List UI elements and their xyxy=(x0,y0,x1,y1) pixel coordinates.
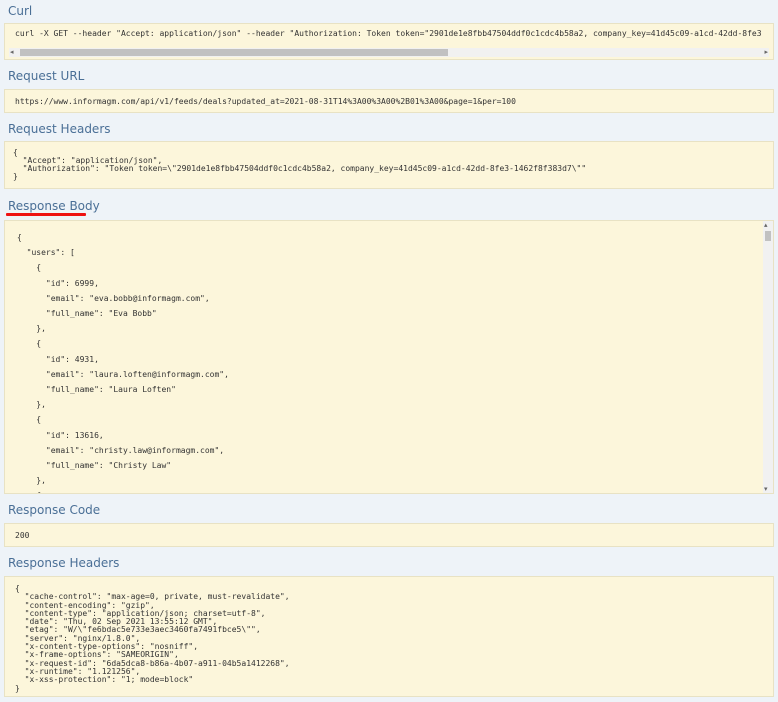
request-headers-line: "Authorization": "Token token=\"2901de1e… xyxy=(13,164,587,173)
response-body-line: }, xyxy=(17,476,46,486)
response-body-line: "email": "eva.bobb@informagm.com", xyxy=(17,293,210,303)
curl-scroll-thumb[interactable] xyxy=(20,49,448,56)
response-body-line: "id": 13616, xyxy=(17,430,104,440)
response-body-box[interactable]: { "users": [ { "id": 6999, "email": "eva… xyxy=(4,220,774,494)
response-body-line: "full_name": "Eva Bobb" xyxy=(17,309,157,319)
scroll-up-icon[interactable]: ▴ xyxy=(764,221,768,229)
response-body-line: { xyxy=(17,488,773,493)
curl-title: Curl xyxy=(8,4,33,18)
response-body-line: "full_name": "Laura Loften" xyxy=(17,385,176,395)
response-body-title: Response Body xyxy=(8,199,100,213)
response-code-box: 200 xyxy=(4,523,774,547)
response-body-line: }, xyxy=(17,324,46,334)
response-headers-line: } xyxy=(15,683,20,693)
response-body-line: "email": "laura.loften@informagm.com", xyxy=(17,369,229,379)
response-body-line: "id": 6999, xyxy=(17,278,99,288)
curl-command: curl -X GET --header "Accept: applicatio… xyxy=(15,29,762,38)
curl-box[interactable]: curl -X GET --header "Accept: applicatio… xyxy=(4,23,774,60)
response-body-line: "id": 4931, xyxy=(17,354,99,364)
response-body-line: { xyxy=(17,233,22,242)
response-code-value: 200 xyxy=(15,531,30,540)
response-headers-title: Response Headers xyxy=(8,556,120,570)
response-headers-line: "x-xss-protection": "1; mode=block" xyxy=(15,675,194,685)
response-body-line: "full_name": "Christy Law" xyxy=(17,461,172,471)
request-headers-box: { "Accept": "application/json", "Authori… xyxy=(4,141,774,189)
curl-scrollbar[interactable]: ◂ ▸ xyxy=(9,48,769,57)
scroll-down-icon[interactable]: ▾ xyxy=(764,485,768,493)
response-body-line: { xyxy=(17,339,42,349)
response-body-line: "users": [ xyxy=(17,248,75,258)
request-url-box: https://www.informagm.com/api/v1/feeds/d… xyxy=(4,89,774,113)
scroll-left-icon[interactable]: ◂ xyxy=(10,48,14,57)
request-url-title: Request URL xyxy=(8,69,85,83)
request-headers-line: } xyxy=(13,172,18,181)
request-url-value[interactable]: https://www.informagm.com/api/v1/feeds/d… xyxy=(5,97,516,106)
response-body-line: "email": "christy.law@informagm.com", xyxy=(17,445,225,455)
response-body-highlight xyxy=(6,213,86,216)
scroll-right-icon[interactable]: ▸ xyxy=(764,48,768,57)
response-body-line: { xyxy=(17,415,42,425)
request-headers-title: Request Headers xyxy=(8,122,111,136)
response-body-scrollbar[interactable]: ▴ ▾ xyxy=(763,221,773,493)
response-body-scroll-thumb[interactable] xyxy=(765,231,771,241)
response-headers-box: { "cache-control": "max-age=0, private, … xyxy=(4,576,774,697)
response-body-line: { xyxy=(17,263,42,273)
response-body-line: }, xyxy=(17,400,46,410)
response-code-title: Response Code xyxy=(8,503,101,517)
